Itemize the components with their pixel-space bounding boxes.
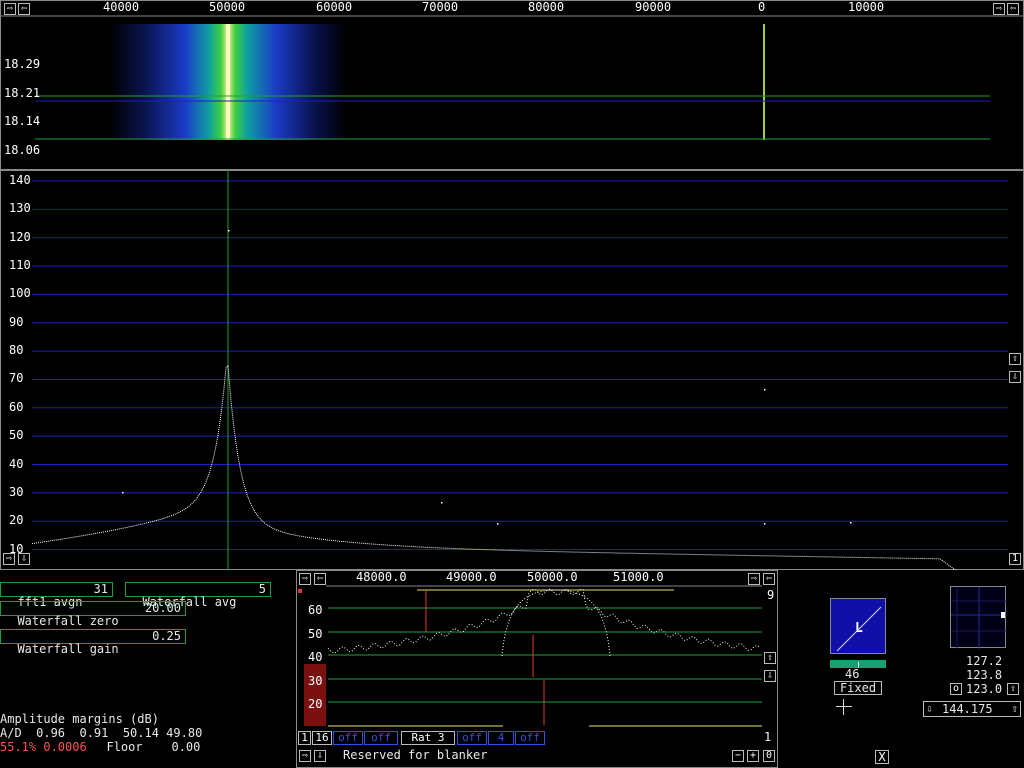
s-meter-value: 46 bbox=[845, 667, 860, 681]
spectrum-ylabel: 30 bbox=[9, 484, 24, 499]
scroll-right-button[interactable]: ⇨ bbox=[3, 553, 15, 565]
freq-value-3: 123.0 bbox=[966, 682, 1003, 696]
spectrum-ylabel: 40 bbox=[9, 456, 24, 471]
spectrum-ylabel: 20 bbox=[9, 513, 24, 528]
close-button[interactable]: X bbox=[875, 750, 889, 764]
waterfall-gain-field[interactable]: Waterfall gain 0.25 bbox=[0, 629, 186, 656]
waterfall-zero-field[interactable]: Waterfall zero 20.00 bbox=[0, 601, 186, 628]
bb-scroll-up-button[interactable]: ⇧ bbox=[764, 652, 776, 664]
s-meter-label: L bbox=[855, 621, 863, 636]
freq-up-icon: ⇧ bbox=[1011, 702, 1018, 715]
zero-button[interactable]: 0 bbox=[763, 750, 775, 762]
freq-up-button[interactable]: ⇧ bbox=[1007, 683, 1019, 695]
waterfall-gain-value: 0.25 bbox=[152, 629, 181, 643]
s-meter-mode-label: Fixed bbox=[839, 681, 877, 695]
fft1-avgn-value: 31 bbox=[93, 582, 108, 596]
freq-step-field[interactable]: ⇩ 144.175 ⇧ bbox=[923, 701, 1021, 717]
crosshair-icon bbox=[836, 699, 852, 715]
freq-value-2: 123.8 bbox=[966, 668, 1003, 682]
spectrum-dot bbox=[228, 230, 230, 232]
waterfall-ylabel: 18.06 bbox=[4, 143, 41, 157]
minus-button[interactable]: − bbox=[732, 750, 744, 762]
bb-rat-button[interactable]: Rat 3 bbox=[401, 731, 455, 745]
bb-filter-curve bbox=[501, 589, 611, 657]
freq-grid[interactable] bbox=[950, 586, 1007, 649]
one-button[interactable]: 1 bbox=[1009, 553, 1021, 565]
bb-channel-button[interactable]: 1 bbox=[298, 731, 311, 745]
waterfall-avg-value: 5 bbox=[258, 582, 266, 596]
spectrum-dot bbox=[441, 502, 443, 504]
waterfall-ylabel: 18.29 bbox=[4, 57, 41, 71]
spectrum-ylabel: 100 bbox=[9, 286, 31, 301]
plus-button[interactable]: + bbox=[747, 750, 759, 762]
bb-off-button[interactable]: off bbox=[364, 731, 398, 745]
spectrum-ylabel: 50 bbox=[9, 428, 24, 443]
scroll-down-button[interactable]: ⇩ bbox=[18, 553, 30, 565]
spectrum-trace bbox=[31, 364, 957, 570]
bb-scroll-down-button[interactable]: ⇩ bbox=[764, 670, 776, 682]
spectrum-dot bbox=[850, 522, 852, 524]
waterfall-ylabel: 18.21 bbox=[4, 86, 41, 100]
spectrum-ylabel: 90 bbox=[9, 314, 24, 329]
fft1-avgn-field[interactable]: fft1 avgn 31 bbox=[0, 582, 113, 609]
spectrum-ylabel: 80 bbox=[9, 343, 24, 358]
overload-percent: 55.1% 0.0006 bbox=[0, 740, 87, 754]
spectrum-dot bbox=[497, 523, 499, 525]
waterfall-graphic[interactable] bbox=[0, 0, 1024, 170]
spectrum-dot bbox=[122, 492, 124, 494]
bb-ylabel: 40 bbox=[308, 650, 323, 664]
bb-bits-button[interactable]: 16 bbox=[312, 731, 332, 745]
waterfall-zero-label: Waterfall zero bbox=[17, 614, 119, 628]
bb-ylabel: 60 bbox=[308, 603, 323, 617]
scroll-down-button[interactable]: ⇩ bbox=[1009, 371, 1021, 383]
bb-off-button[interactable]: off bbox=[333, 731, 363, 745]
bb-down-button[interactable]: ⇩ bbox=[314, 750, 326, 762]
floor-line: Floor 0.00 bbox=[92, 740, 201, 754]
bb-off-button[interactable]: off bbox=[515, 731, 545, 745]
spectrum-dot bbox=[764, 389, 766, 391]
bb-left-button[interactable]: ⇨ bbox=[299, 750, 311, 762]
amplitude-margins-title: Amplitude margins (dB) bbox=[0, 712, 159, 726]
waterfall-zero-value: 20.00 bbox=[144, 601, 181, 615]
spectrum-ylabel: 60 bbox=[9, 399, 24, 414]
spectrum-ylabel: 140 bbox=[9, 173, 31, 187]
bb-ylabel: 20 bbox=[308, 697, 323, 711]
bb-right-bottom-label: 1 bbox=[764, 730, 772, 744]
spectrum-ylabel: 110 bbox=[9, 258, 31, 273]
freq-value-1: 127.2 bbox=[966, 654, 1003, 668]
bb-ylabel: 30 bbox=[308, 674, 323, 688]
freq-grid-graphic bbox=[951, 587, 1007, 649]
bb-right-top-label: 9 bbox=[767, 588, 775, 602]
s-meter[interactable]: L bbox=[830, 598, 886, 654]
waterfall-avg-field[interactable]: Waterfall avg 5 bbox=[125, 582, 271, 609]
spectrum-graphic[interactable] bbox=[0, 170, 1024, 570]
bb-gain-button[interactable]: 4 bbox=[488, 731, 514, 745]
spectrum-ylabel: 120 bbox=[9, 229, 31, 244]
ad-margins-line: A/D 0.96 0.91 50.14 49.80 bbox=[0, 726, 203, 740]
scroll-up-button[interactable]: ⇧ bbox=[1009, 353, 1021, 365]
bb-ylabel: 50 bbox=[308, 627, 323, 641]
bb-off-button[interactable]: off bbox=[457, 731, 487, 745]
spectrum-ylabel: 130 bbox=[9, 201, 31, 216]
waterfall-gain-label: Waterfall gain bbox=[17, 642, 119, 656]
s-meter-mode-button[interactable]: Fixed bbox=[834, 681, 882, 695]
spectrum-dot bbox=[764, 523, 766, 525]
waterfall-ylabel: 18.14 bbox=[4, 114, 41, 128]
bb-trace bbox=[327, 588, 761, 654]
freq-step-value: 144.175 bbox=[942, 702, 993, 716]
blanker-text: Reserved for blanker bbox=[343, 748, 488, 762]
freq-o-button[interactable]: o bbox=[950, 683, 962, 695]
freq-down-icon: ⇩ bbox=[926, 702, 933, 715]
spectrum-ylabel: 70 bbox=[9, 371, 24, 386]
